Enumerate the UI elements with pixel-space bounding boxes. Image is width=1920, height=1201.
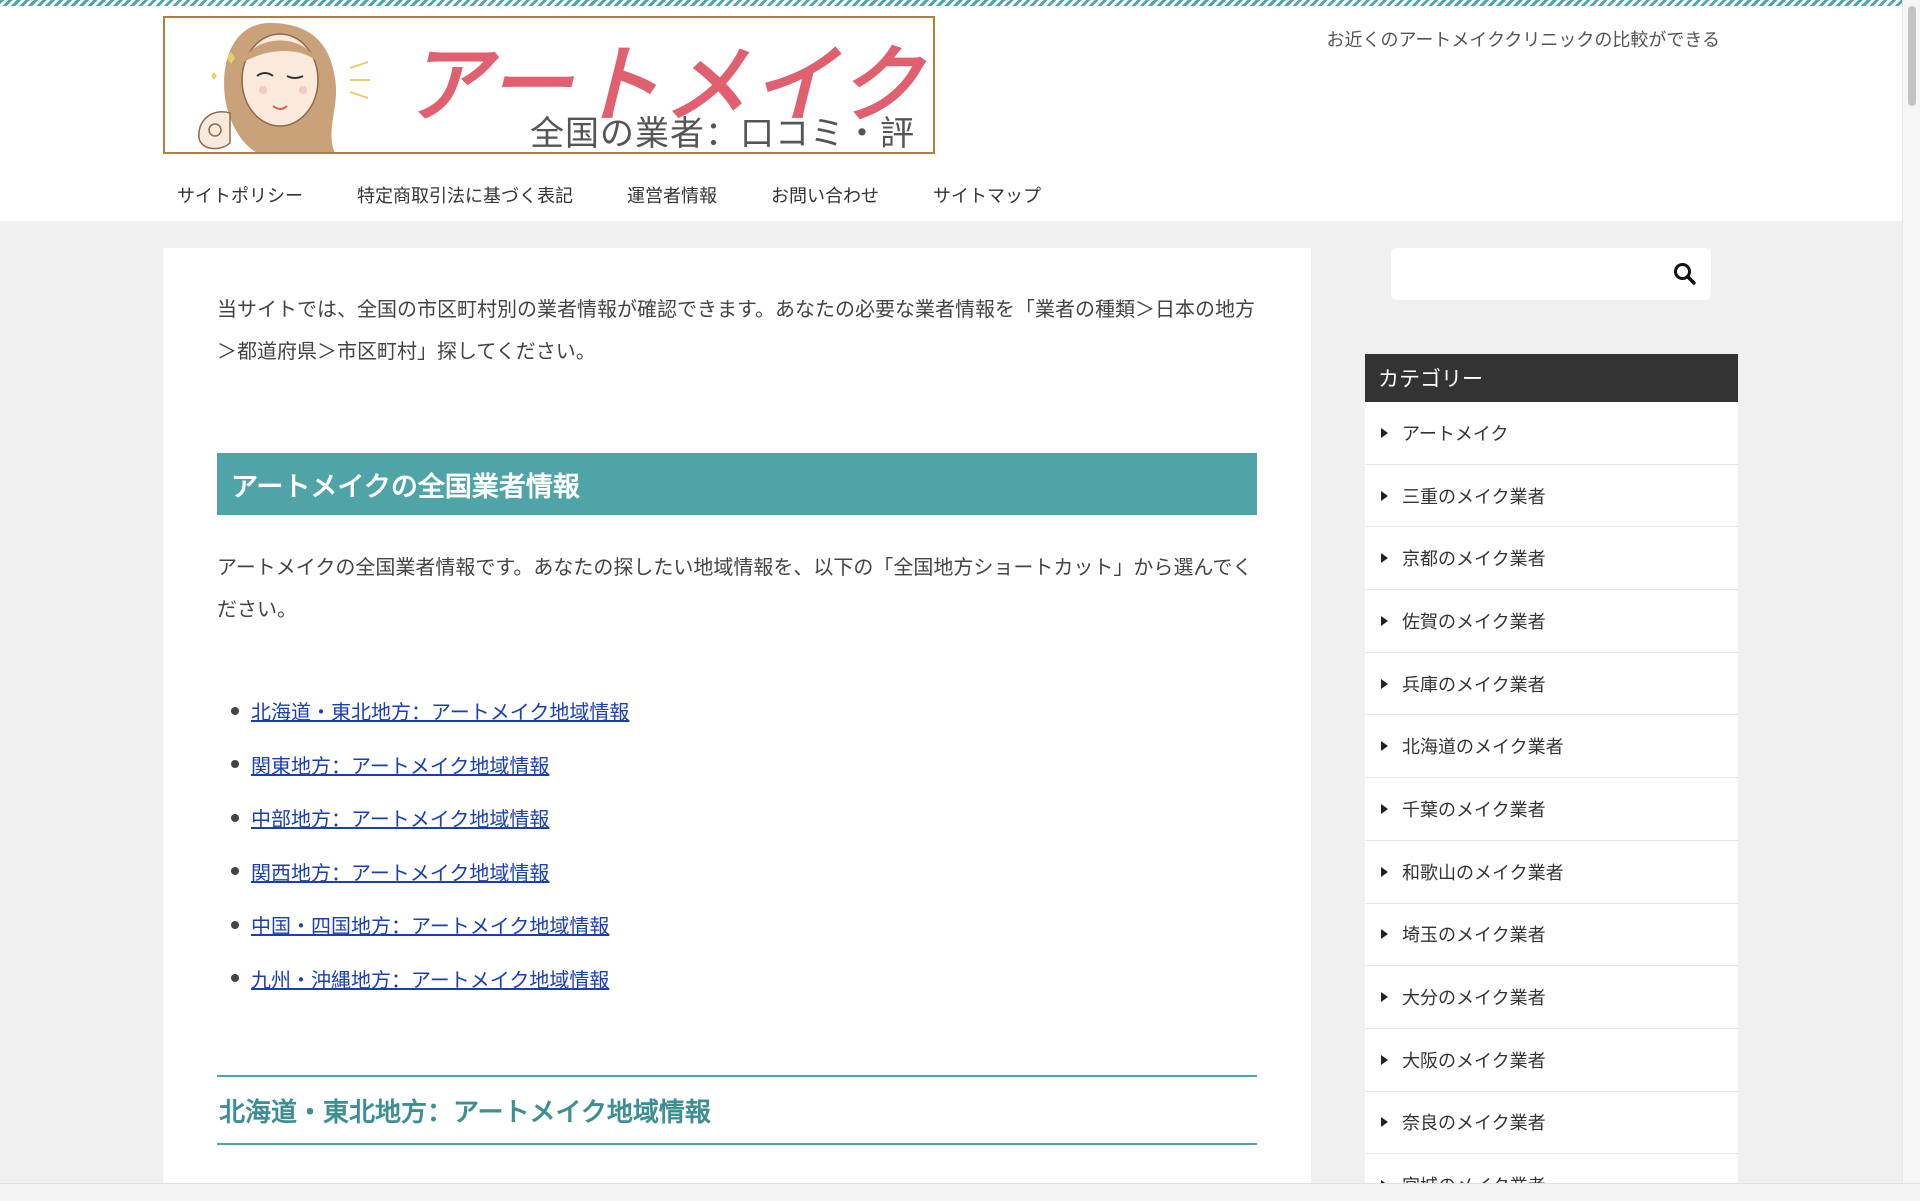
category-item-oita[interactable]: 大分のメイク業者 <box>1365 966 1738 1029</box>
nav-sitemap[interactable]: サイトマップ <box>919 182 1068 208</box>
search-input[interactable] <box>1391 248 1651 300</box>
category-label: 佐賀のメイク業者 <box>1402 611 1546 633</box>
triangle-right-icon <box>1381 1117 1388 1128</box>
category-item-saitama[interactable]: 埼玉のメイク業者 <box>1365 904 1738 967</box>
sidebar-search <box>1391 248 1711 300</box>
global-navigation: サイトポリシー 特定商取引法に基づく表記 運営者情報 お問い合わせ サイトマップ <box>163 182 1081 208</box>
section-description: アートメイクの全国業者情報です。あなたの探したい地域情報を、以下の「全国地方ショ… <box>217 555 1253 621</box>
nav-legal-notice[interactable]: 特定商取引法に基づく表記 <box>343 182 600 208</box>
category-item-saga[interactable]: 佐賀のメイク業者 <box>1365 590 1738 653</box>
category-label: 大分のメイク業者 <box>1402 988 1546 1010</box>
category-item-mie[interactable]: 三重のメイク業者 <box>1365 465 1738 528</box>
section-heading: アートメイクの全国業者情報 <box>217 453 1257 515</box>
list-item: 関西地方：アートメイク地域情報 <box>217 845 1257 899</box>
vertical-scrollbar[interactable] <box>1902 0 1920 1201</box>
bullet-icon <box>231 867 239 876</box>
site-header: アートメイク 全国の業者：口コミ・評判 お近くのアートメイククリニックの比較がで… <box>0 6 1902 221</box>
category-label: 奈良のメイク業者 <box>1402 1113 1546 1135</box>
triangle-right-icon <box>1381 615 1388 626</box>
bullet-icon <box>231 813 239 822</box>
subsection-heading: 北海道・東北地方：アートメイク地域情報 <box>217 1075 1257 1145</box>
region-link-hokkaido-tohoku[interactable]: 北海道・東北地方：アートメイク地域情報 <box>251 696 629 725</box>
triangle-right-icon <box>1381 929 1388 940</box>
list-item: 北海道・東北地方：アートメイク地域情報 <box>217 684 1257 738</box>
bullet-icon <box>231 920 239 929</box>
site-tagline: お近くのアートメイククリニックの比較ができる <box>1326 30 1720 51</box>
category-item-wakayama[interactable]: 和歌山のメイク業者 <box>1365 841 1738 904</box>
category-list: アートメイク 三重のメイク業者 京都のメイク業者 佐賀のメイク業者 兵庫のメイク… <box>1365 402 1738 1201</box>
nav-contact[interactable]: お問い合わせ <box>757 182 906 208</box>
category-item-osaka[interactable]: 大阪のメイク業者 <box>1365 1029 1738 1092</box>
category-label: 京都のメイク業者 <box>1402 549 1546 571</box>
search-icon[interactable] <box>1671 260 1699 288</box>
category-item-nara[interactable]: 奈良のメイク業者 <box>1365 1092 1738 1155</box>
bullet-icon <box>231 760 239 769</box>
logo-subtitle: 全国の業者：口コミ・評判 <box>530 114 915 154</box>
intro-text: 当サイトでは、全国の市区町村別の業者情報が確認できます。あなたの必要な業者情報を… <box>217 297 1255 363</box>
list-item: 中国・四国地方：アートメイク地域情報 <box>217 898 1257 952</box>
region-link-kanto[interactable]: 関東地方：アートメイク地域情報 <box>251 750 549 779</box>
category-label: 埼玉のメイク業者 <box>1402 925 1546 947</box>
category-item-hokkaido[interactable]: 北海道のメイク業者 <box>1365 715 1738 779</box>
category-item-chiba[interactable]: 千葉のメイク業者 <box>1365 778 1738 841</box>
triangle-right-icon <box>1381 553 1388 564</box>
category-label: 千葉のメイク業者 <box>1402 799 1546 821</box>
triangle-right-icon <box>1381 992 1388 1003</box>
triangle-right-icon <box>1381 741 1388 752</box>
horizontal-scrollbar <box>0 1183 1920 1201</box>
list-item: 九州・沖縄地方：アートメイク地域情報 <box>217 952 1257 1006</box>
region-link-chugoku-shikoku[interactable]: 中国・四国地方：アートメイク地域情報 <box>251 910 609 939</box>
triangle-right-icon <box>1381 1054 1388 1065</box>
nav-operator-info[interactable]: 運営者情報 <box>613 182 744 208</box>
category-label: 大阪のメイク業者 <box>1402 1050 1546 1072</box>
category-label: 和歌山のメイク業者 <box>1402 862 1564 884</box>
category-label: アートメイク <box>1402 423 1509 445</box>
category-item-artmake[interactable]: アートメイク <box>1365 402 1738 465</box>
category-widget-title: カテゴリー <box>1365 354 1738 402</box>
category-label: 兵庫のメイク業者 <box>1402 674 1546 696</box>
scrollbar-thumb[interactable] <box>1908 6 1916 106</box>
triangle-right-icon <box>1381 678 1388 689</box>
triangle-right-icon <box>1381 803 1388 814</box>
bullet-icon <box>231 706 239 715</box>
region-link-chubu[interactable]: 中部地方：アートメイク地域情報 <box>251 803 549 832</box>
category-label: 北海道のメイク業者 <box>1402 737 1564 759</box>
list-item: 関東地方：アートメイク地域情報 <box>217 738 1257 792</box>
category-item-hyogo[interactable]: 兵庫のメイク業者 <box>1365 653 1738 716</box>
woman-illustration-icon <box>198 23 370 152</box>
triangle-right-icon <box>1381 866 1388 877</box>
region-link-kyushu-okinawa[interactable]: 九州・沖縄地方：アートメイク地域情報 <box>251 964 609 993</box>
triangle-right-icon <box>1381 490 1388 501</box>
site-logo[interactable]: アートメイク 全国の業者：口コミ・評判 <box>163 16 935 154</box>
category-item-kyoto[interactable]: 京都のメイク業者 <box>1365 527 1738 591</box>
category-label: 三重のメイク業者 <box>1402 486 1546 508</box>
region-link-list: 北海道・東北地方：アートメイク地域情報 関東地方：アートメイク地域情報 中部地方… <box>217 684 1257 1005</box>
region-link-kansai[interactable]: 関西地方：アートメイク地域情報 <box>251 857 549 886</box>
list-item: 中部地方：アートメイク地域情報 <box>217 791 1257 845</box>
triangle-right-icon <box>1381 427 1388 438</box>
bullet-icon <box>231 974 239 983</box>
main-content: 当サイトでは、全国の市区町村別の業者情報が確認できます。あなたの必要な業者情報を… <box>163 248 1311 1201</box>
nav-site-policy[interactable]: サイトポリシー <box>163 182 330 208</box>
